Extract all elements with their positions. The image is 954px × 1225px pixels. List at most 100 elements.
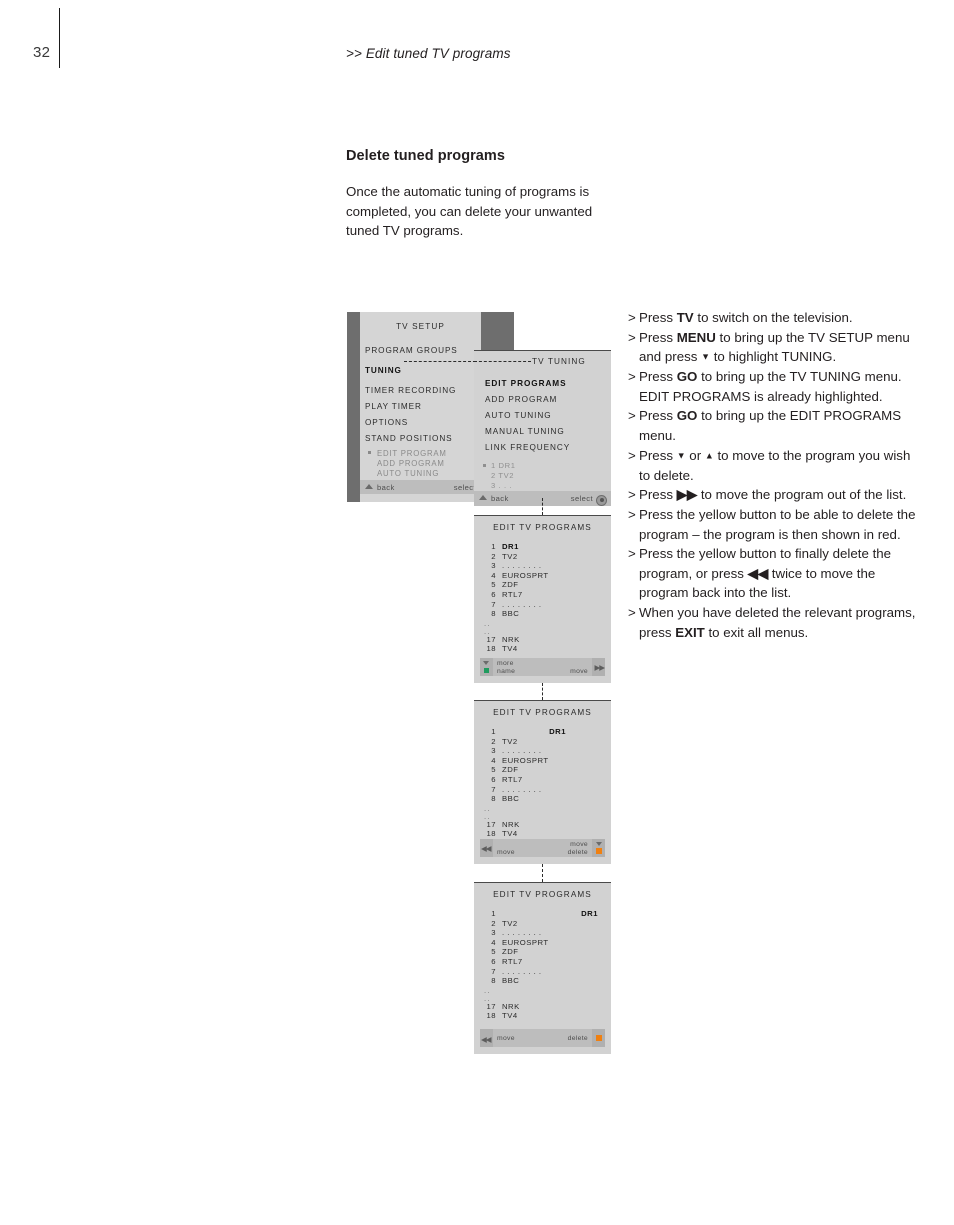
program-name: . . . . . . . .	[502, 561, 542, 571]
osd-stage2-more-label[interactable]: more	[497, 660, 514, 667]
program-row[interactable]: 18 TV4	[474, 1011, 611, 1021]
program-row[interactable]: 17 NRK	[474, 1002, 611, 1012]
connector-stage2-to-stage3	[542, 683, 543, 700]
program-number: 4	[491, 937, 496, 947]
rewind-icon[interactable]: ◀◀	[481, 844, 492, 853]
step-marker: >	[628, 329, 636, 345]
osd-item-options[interactable]: OPTIONS	[365, 418, 408, 427]
yellow-button-icon[interactable]	[596, 1035, 602, 1041]
program-row[interactable]: ..	[474, 812, 611, 821]
osd-stage4-bottom-bar: ◀◀ move delete	[480, 1029, 605, 1047]
program-row[interactable]: ..	[474, 627, 611, 636]
program-name: EUROSPRT	[502, 755, 549, 765]
program-row[interactable]: 6 RTL7	[474, 775, 611, 785]
osd-tv-tuning-menu: TV TUNING EDIT PROGRAMS ADD PROGRAM AUTO…	[474, 350, 611, 506]
osd-stage2-name-label[interactable]: name	[497, 668, 515, 675]
step-marker: >	[628, 447, 636, 463]
program-row[interactable]: 17 NRK	[474, 820, 611, 830]
osd-item-tuning[interactable]: TUNING	[365, 366, 402, 375]
osd-stage3-move-right-label[interactable]: move	[570, 841, 588, 848]
program-row[interactable]: 6 RTL7	[474, 957, 611, 967]
program-row[interactable]: ..	[474, 994, 611, 1003]
page-title: Delete tuned programs	[346, 148, 505, 164]
program-row[interactable]: 7 . . . . . . . .	[474, 600, 611, 610]
osd-stage4-move-label[interactable]: move	[497, 1035, 515, 1042]
osd-item-stand-positions[interactable]: STAND POSITIONS	[365, 434, 453, 443]
osd-tv-tuning-title: TV TUNING	[532, 357, 586, 366]
osd-stage3-delete-label[interactable]: delete	[568, 849, 588, 856]
program-list-stage2: 1 DR1 2 TV2 3 . . . . . . . . 4 EUROSPRT 5 ZDF 6 RT…	[474, 542, 611, 654]
osd-back-label[interactable]: back	[491, 494, 509, 503]
program-row[interactable]: 7 . . . . . . . .	[474, 785, 611, 795]
step-text: Press the yellow button to be able to de…	[639, 506, 916, 542]
program-row[interactable]: ..	[474, 619, 611, 628]
program-name: . . . . . . . .	[502, 928, 542, 938]
program-row[interactable]: 2 TV2	[474, 919, 611, 929]
osd-item-add-program[interactable]: ADD PROGRAM	[485, 395, 557, 404]
program-row[interactable]: 5 ZDF	[474, 580, 611, 590]
program-row[interactable]: 18 TV4	[474, 829, 611, 839]
osd-back-label[interactable]: back	[377, 483, 395, 492]
program-row[interactable]: 3 . . . . . . . .	[474, 928, 611, 938]
rewind-icon[interactable]: ◀◀	[481, 1035, 492, 1044]
yellow-button-icon[interactable]	[596, 848, 602, 854]
osd-item-play-timer[interactable]: PLAY TIMER	[365, 402, 422, 411]
program-row[interactable]: 4 EUROSPRT	[474, 571, 611, 581]
osd-select-label[interactable]: select	[571, 494, 593, 503]
step-text: Press GO to bring up the EDIT PROGRAMS m…	[639, 408, 902, 444]
program-row[interactable]: 1 DR1	[474, 727, 611, 737]
program-row[interactable]: 7 . . . . . . . .	[474, 967, 611, 977]
program-row[interactable]: 8 BBC	[474, 794, 611, 804]
program-row[interactable]: 18 TV4	[474, 644, 611, 654]
osd-item-program-groups[interactable]: PROGRAM GROUPS	[365, 346, 458, 355]
program-name: DR1	[581, 909, 598, 918]
program-row[interactable]: 5 ZDF	[474, 765, 611, 775]
fast-forward-icon[interactable]: ▶▶	[594, 663, 605, 672]
osd-stage4-delete-label[interactable]: delete	[568, 1035, 588, 1042]
program-row[interactable]: 2 TV2	[474, 737, 611, 747]
program-row[interactable]: 3 . . . . . . . .	[474, 746, 611, 756]
program-name: TV4	[502, 829, 518, 839]
program-name: TV2	[502, 736, 518, 746]
program-row[interactable]: 1 DR1	[474, 542, 611, 552]
osd-item-auto-tuning[interactable]: AUTO TUNING	[485, 411, 552, 420]
osd-item-link-frequency[interactable]: LINK FREQUENCY	[485, 443, 570, 452]
program-name: EUROSPRT	[502, 570, 549, 580]
go-wheel-icon[interactable]	[596, 494, 607, 506]
program-row[interactable]: 8 BBC	[474, 976, 611, 986]
step-marker: >	[628, 546, 636, 562]
program-row[interactable]: 5 ZDF	[474, 947, 611, 957]
osd-stage3-move-label[interactable]: move	[497, 849, 515, 856]
program-row[interactable]: 1 DR1	[474, 909, 611, 919]
osd-item-manual-tuning[interactable]: MANUAL TUNING	[485, 427, 565, 436]
program-number: 8	[491, 794, 496, 804]
step-marker: >	[628, 310, 636, 325]
program-number: 5	[491, 765, 496, 775]
osd-subitem-add-program: ADD PROGRAM	[377, 459, 445, 468]
step-marker: >	[628, 369, 636, 385]
program-number: 3	[491, 928, 496, 938]
program-row[interactable]: 8 BBC	[474, 609, 611, 619]
program-row[interactable]: 17 NRK	[474, 635, 611, 645]
osd-tuning-sub-3: 3 . . .	[491, 481, 513, 490]
program-row[interactable]: 2 TV2	[474, 552, 611, 562]
osd-stage2-move-label[interactable]: move	[570, 668, 588, 675]
green-button-icon[interactable]	[484, 668, 489, 673]
program-name: . . . . . . . .	[502, 599, 542, 609]
osd-tv-setup-inner: TV SETUP PROGRAM GROUPS TUNING TIMER REC…	[360, 312, 481, 502]
intro-paragraph: Once the automatic tuning of programs is…	[346, 184, 593, 239]
program-number: 3	[491, 746, 496, 756]
osd-item-timer-recording[interactable]: TIMER RECORDING	[365, 386, 456, 395]
osd-item-edit-programs[interactable]: EDIT PROGRAMS	[485, 379, 567, 388]
program-name: BBC	[502, 794, 520, 804]
program-row[interactable]: 6 RTL7	[474, 590, 611, 600]
program-row[interactable]: 4 EUROSPRT	[474, 938, 611, 948]
program-row[interactable]: ..	[474, 986, 611, 995]
osd-select-label[interactable]: select	[454, 483, 476, 492]
program-row[interactable]: 4 EUROSPRT	[474, 756, 611, 766]
program-row[interactable]: 3 . . . . . . . .	[474, 561, 611, 571]
program-name: NRK	[502, 634, 520, 644]
program-row[interactable]: ..	[474, 804, 611, 813]
step-text: Press ▼ or ▲ to move to the program you …	[639, 447, 911, 483]
step-text: When you have deleted the relevant progr…	[639, 604, 916, 640]
